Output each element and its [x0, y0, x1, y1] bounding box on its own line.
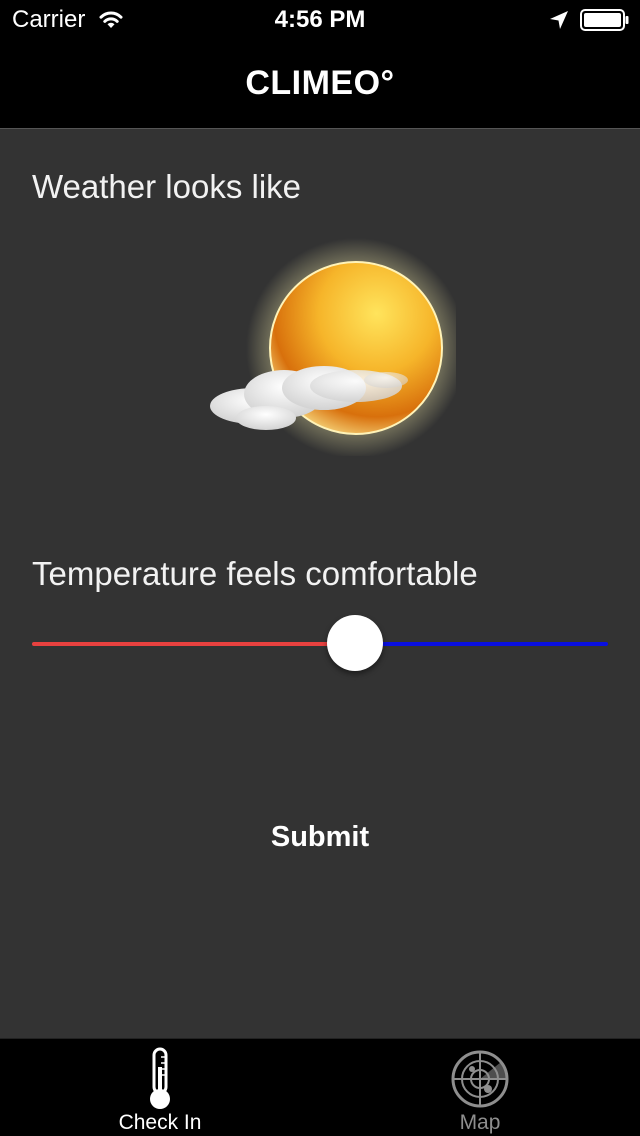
- status-time: 4:56 PM: [274, 6, 366, 33]
- thermometer-icon: [150, 1047, 170, 1109]
- sun-with-cloud-icon[interactable]: [196, 236, 456, 456]
- app-screen: Carrier 4:56 PM CLIMEO° Weather looks li…: [0, 0, 640, 1136]
- status-bar: Carrier 4:56 PM: [0, 0, 640, 40]
- temperature-slider[interactable]: [32, 612, 608, 674]
- radar-icon: [451, 1050, 509, 1108]
- tab-label: Map: [459, 1111, 501, 1134]
- tab-check-in[interactable]: Check In: [0, 1039, 320, 1136]
- submit-button[interactable]: Submit: [220, 808, 420, 864]
- tab-bar: Check In Map: [0, 1038, 640, 1136]
- navigation-bar: CLIMEO°: [0, 40, 640, 129]
- slider-track-min[interactable]: [32, 642, 355, 646]
- temperature-label: Temperature feels comfortable: [32, 555, 478, 592]
- slider-track-max[interactable]: [355, 642, 608, 646]
- battery-icon: [580, 9, 629, 31]
- page-title: CLIMEO°: [245, 64, 395, 102]
- tab-label: Check In: [118, 1111, 202, 1134]
- slider-thumb[interactable]: [327, 615, 383, 671]
- tab-map[interactable]: Map: [320, 1039, 640, 1136]
- location-arrow-icon: [550, 11, 568, 29]
- weather-label: Weather looks like: [32, 168, 302, 205]
